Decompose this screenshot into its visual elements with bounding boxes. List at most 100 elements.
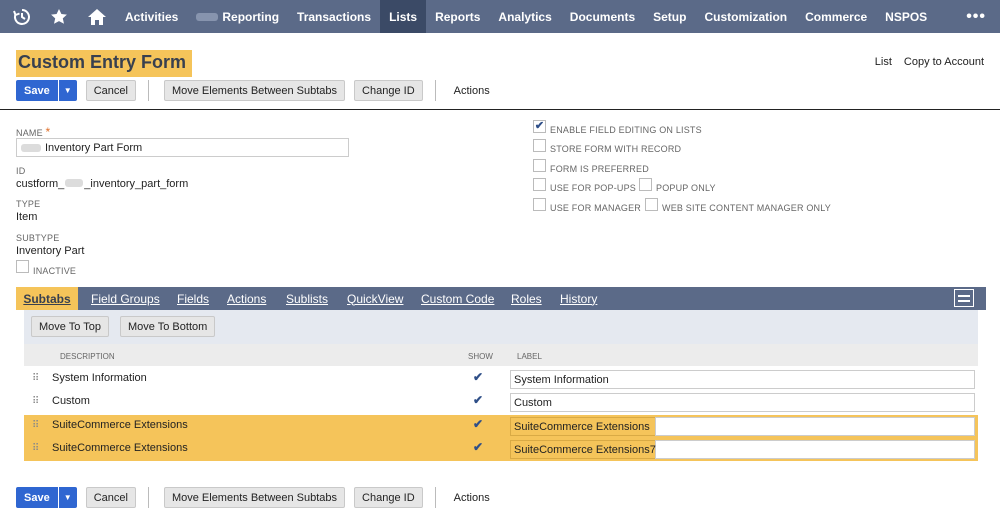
use-for-popups-label: USE FOR POP-UPS	[550, 183, 637, 193]
row-label-input[interactable]: SuiteCommerce Extensions	[510, 417, 975, 436]
id-suffix: _inventory_part_form	[84, 178, 189, 190]
divider	[147, 487, 149, 508]
move-to-top-button[interactable]: Move To Top	[31, 316, 109, 337]
popup-only-checkbox[interactable]	[639, 178, 652, 191]
row-description: Custom	[52, 395, 90, 407]
more-menu-icon[interactable]: •••	[966, 8, 986, 26]
page-title: Custom Entry Form	[16, 50, 193, 77]
nav-customization[interactable]: Customization	[695, 0, 796, 33]
drag-handle-icon[interactable]: ⠿	[32, 397, 39, 407]
move-to-bottom-button[interactable]: Move To Bottom	[120, 316, 216, 337]
nav-nspos[interactable]: NSPOS	[876, 0, 936, 33]
nav-setup[interactable]: Setup	[644, 0, 695, 33]
subtab-toolbar: Move To Top Move To Bottom	[24, 310, 978, 344]
actions-menu[interactable]: Actions	[454, 85, 490, 97]
form-preferred-label: FORM IS PREFERRED	[550, 164, 649, 174]
inactive-checkbox[interactable]	[16, 260, 29, 273]
nav-reporting[interactable]: Reporting	[187, 0, 288, 33]
save-dropdown-icon[interactable]: ▼	[58, 80, 77, 101]
tab-quickview[interactable]: QuickView	[347, 287, 403, 310]
divider	[434, 487, 436, 508]
drag-handle-icon[interactable]: ⠿	[32, 374, 39, 384]
tab-field-groups[interactable]: Field Groups	[91, 287, 160, 310]
cancel-button[interactable]: Cancel	[85, 487, 136, 508]
nav-activities[interactable]: Activities	[116, 0, 187, 33]
change-id-button[interactable]: Change ID	[354, 80, 423, 101]
subtype-label: SUBTYPE	[16, 233, 60, 243]
use-for-manager-label: USE FOR MANAGER	[550, 203, 642, 213]
website-manager-label: WEB SITE CONTENT MANAGER ONLY	[662, 203, 831, 213]
subtype-value: Inventory Part	[16, 245, 85, 257]
id-value: custform_ _inventory_part_form	[16, 178, 188, 190]
save-button-group: Save ▼	[16, 487, 77, 508]
copy-to-account-link[interactable]: Copy to Account	[904, 56, 984, 68]
table-row[interactable]: ⠿ System Information ✔ System Informatio…	[24, 368, 978, 391]
table-row[interactable]: ⠿ Custom ✔ Custom	[24, 391, 978, 414]
nav-documents[interactable]: Documents	[561, 0, 644, 33]
redacted-text	[196, 12, 219, 21]
save-button[interactable]: Save	[16, 487, 58, 508]
row-label-input[interactable]: SuiteCommerce Extensions7	[510, 440, 975, 459]
drag-handle-icon[interactable]: ⠿	[32, 444, 39, 454]
name-field-label: NAME *	[16, 125, 50, 139]
home-icon[interactable]	[78, 0, 116, 33]
name-field-value: Inventory Part Form	[45, 141, 143, 154]
form-preferred-checkbox[interactable]	[533, 159, 546, 172]
store-form-checkbox[interactable]	[533, 139, 546, 152]
recent-records-icon[interactable]	[4, 0, 40, 33]
tab-actions[interactable]: Actions	[227, 287, 266, 310]
cancel-button[interactable]: Cancel	[85, 80, 136, 101]
row-label-value: SuiteCommerce Extensions	[514, 420, 650, 433]
show-checkbox[interactable]: ✔	[473, 393, 485, 407]
table-row[interactable]: ⠿ SuiteCommerce Extensions ✔ SuiteCommer…	[24, 415, 978, 438]
tab-subtabs[interactable]: Subtabs	[16, 287, 78, 310]
description-column-header: DESCRIPTION	[60, 352, 115, 361]
row-label-input[interactable]: Custom	[510, 393, 975, 412]
save-dropdown-icon[interactable]: ▼	[58, 487, 77, 508]
form-tab-bar: Subtabs Field Groups Fields Actions Subl…	[16, 287, 986, 310]
row-label-input[interactable]: System Information	[510, 370, 975, 389]
nav-commerce[interactable]: Commerce	[796, 0, 876, 33]
list-link[interactable]: List	[875, 56, 892, 68]
star-icon[interactable]	[40, 0, 78, 33]
id-label: ID	[16, 166, 26, 176]
id-prefix: custform_	[16, 178, 65, 190]
row-description: SuiteCommerce Extensions	[52, 419, 188, 431]
header-divider	[0, 109, 1000, 110]
move-elements-button[interactable]: Move Elements Between Subtabs	[163, 487, 346, 508]
row-label-value: System Information	[514, 373, 609, 386]
redacted-text	[65, 179, 84, 187]
row-description: SuiteCommerce Extensions	[52, 442, 188, 454]
tab-custom-code[interactable]: Custom Code	[421, 287, 494, 310]
show-checkbox[interactable]: ✔	[473, 417, 485, 431]
tab-fields[interactable]: Fields	[177, 287, 209, 310]
save-button[interactable]: Save	[16, 80, 58, 101]
row-label-value: Custom	[514, 396, 552, 409]
tab-history[interactable]: History	[560, 287, 597, 310]
save-button-group: Save ▼	[16, 80, 77, 101]
drag-handle-icon[interactable]: ⠿	[32, 421, 39, 431]
nav-reports[interactable]: Reports	[426, 0, 489, 33]
name-label-text: NAME	[16, 128, 43, 138]
tab-sublists[interactable]: Sublists	[286, 287, 328, 310]
move-elements-button[interactable]: Move Elements Between Subtabs	[163, 80, 346, 101]
required-marker: *	[45, 125, 51, 139]
name-field[interactable]: Inventory Part Form	[16, 138, 349, 157]
nav-lists[interactable]: Lists	[380, 0, 427, 33]
top-navigation: Activities Reporting Transactions Lists …	[0, 0, 1000, 33]
redacted-text	[21, 143, 41, 152]
enable-field-editing-checkbox[interactable]: ✔	[533, 120, 546, 133]
nav-transactions[interactable]: Transactions	[288, 0, 380, 33]
use-for-popups-checkbox[interactable]	[533, 178, 546, 191]
tab-roles[interactable]: Roles	[511, 287, 542, 310]
website-manager-checkbox[interactable]	[645, 198, 658, 211]
change-id-button[interactable]: Change ID	[354, 487, 423, 508]
bottom-button-bar: Save ▼ Cancel Move Elements Between Subt…	[16, 487, 490, 508]
expand-collapse-icon[interactable]	[954, 289, 974, 307]
show-checkbox[interactable]: ✔	[473, 370, 485, 384]
show-checkbox[interactable]: ✔	[473, 440, 485, 454]
use-for-manager-checkbox[interactable]	[533, 198, 546, 211]
table-row[interactable]: ⠿ SuiteCommerce Extensions ✔ SuiteCommer…	[24, 438, 978, 461]
actions-menu[interactable]: Actions	[454, 492, 490, 504]
nav-analytics[interactable]: Analytics	[489, 0, 560, 33]
